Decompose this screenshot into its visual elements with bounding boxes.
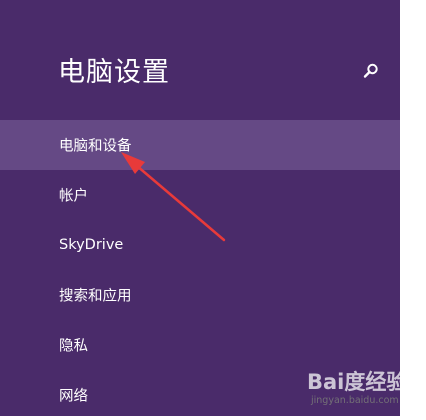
search-icon [363, 63, 378, 78]
nav-item-pc-and-devices[interactable]: 电脑和设备 [0, 120, 400, 170]
nav-item-privacy[interactable]: 隐私 [0, 320, 400, 370]
nav-item-label: 网络 [59, 388, 88, 405]
background-strip [400, 0, 426, 416]
nav-item-skydrive[interactable]: SkyDrive [0, 220, 400, 270]
nav-item-label: 帐户 [59, 188, 88, 205]
nav-item-label: 电脑和设备 [59, 138, 132, 155]
nav-item-label: SkyDrive [59, 237, 124, 253]
watermark-url: jingyan.baidu.com [311, 395, 399, 406]
settings-panel: 电脑设置 电脑和设备 帐户 SkyDrive 搜索和应用 隐私 网络 [0, 0, 400, 416]
search-button[interactable] [356, 56, 386, 86]
page-title: 电脑设置 [58, 57, 170, 88]
nav-item-accounts[interactable]: 帐户 [0, 170, 400, 220]
nav-item-search-and-apps[interactable]: 搜索和应用 [0, 270, 400, 320]
nav-item-label: 隐私 [59, 338, 88, 355]
nav-item-label: 搜索和应用 [59, 288, 132, 305]
watermark-brand: Bai度经验 [307, 370, 408, 394]
watermark: Bai度经验 jingyan.baidu.com [307, 364, 422, 412]
